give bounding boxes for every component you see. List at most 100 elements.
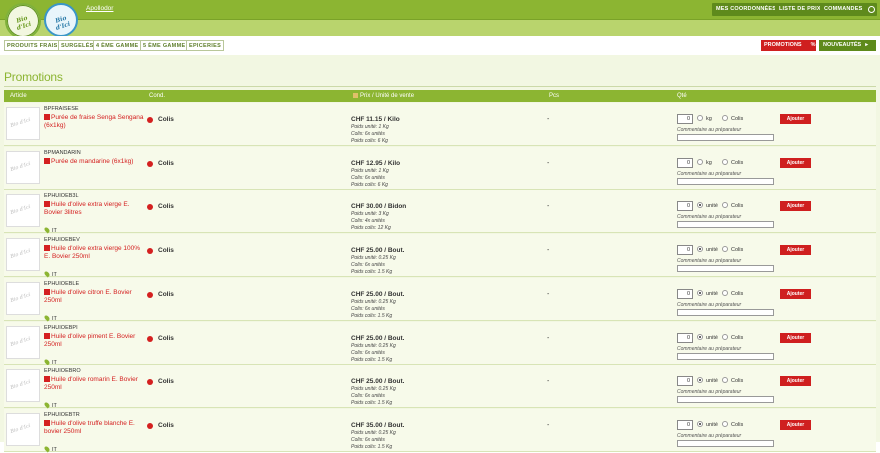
product-name-link[interactable]: Huile d'olive extra vierge E. Bovier 3li… <box>44 201 144 217</box>
product-name-link[interactable]: Huile d'olive extra vierge 100% E. Bovie… <box>44 245 144 261</box>
product-price: CHF 30.00 / Bidon <box>351 203 407 210</box>
unit-radio-colis[interactable] <box>722 334 728 340</box>
price-list-button[interactable]: LISTE DE PRIX <box>775 3 825 16</box>
product-image[interactable]: Bio d'Ici <box>6 238 40 271</box>
unit-radio-unite[interactable] <box>697 246 703 252</box>
unit-radio-colis[interactable] <box>722 202 728 208</box>
quantity-input[interactable]: 0 <box>677 333 693 343</box>
promo-icon <box>44 245 50 251</box>
quantity-input[interactable]: 0 <box>677 376 693 386</box>
product-code: EPHUIOEBLE <box>44 281 80 287</box>
unit-radio-unite[interactable] <box>697 421 703 427</box>
percent-icon: % <box>810 42 816 48</box>
unit-label: kg <box>706 116 712 122</box>
unit-weight: Poids unité: 1 Kg <box>351 168 389 174</box>
promotions-button[interactable]: PROMOTIONS% <box>761 40 816 51</box>
quantity-input[interactable]: 0 <box>677 201 693 211</box>
user-link[interactable]: Apollodor <box>86 5 113 12</box>
colis-icon <box>147 379 153 385</box>
unit-radio-kg[interactable] <box>697 159 703 165</box>
my-details-button[interactable]: MES COORDONNÉES <box>712 3 781 16</box>
quantity-input[interactable]: 0 <box>677 245 693 255</box>
product-image[interactable]: Bio d'Ici <box>6 282 40 315</box>
comment-label: Commentaire au préparateur <box>677 214 742 220</box>
logo-primary[interactable]: Bio d'Ici <box>5 3 41 39</box>
orders-button[interactable]: COMMANDES <box>820 3 867 16</box>
category-nav: PRODUITS FRAIS SURGELÉS 4 ÈME GAMME 5 ÈM… <box>0 36 880 55</box>
conditioning: Colis <box>158 291 174 298</box>
tab-produits-frais[interactable]: PRODUITS FRAIS <box>4 40 61 51</box>
unit-label: unité <box>706 291 718 297</box>
tab-epiceries[interactable]: EPICERIES <box>186 40 225 51</box>
unit-radio-colis[interactable] <box>722 290 728 296</box>
product-name-link[interactable]: Huile d'olive citron E. Bovier 250ml <box>44 289 144 305</box>
conditioning: Colis <box>158 160 174 167</box>
add-to-cart-button[interactable]: Ajouter <box>780 420 811 430</box>
product-image[interactable]: Bio d'Ici <box>6 413 40 446</box>
quantity-input[interactable]: 0 <box>677 158 693 168</box>
product-name-link[interactable]: Huile d'olive romarin E. Bovier 250ml <box>44 376 144 392</box>
unit-radio-colis[interactable] <box>722 159 728 165</box>
product-name-link[interactable]: Huile d'olive piment E. Bovier 250ml <box>44 333 144 349</box>
add-to-cart-button[interactable]: Ajouter <box>780 289 811 299</box>
comment-input[interactable] <box>677 178 774 185</box>
tab-surgeles[interactable]: SURGELÉS <box>58 40 97 51</box>
colis-icon <box>147 336 153 342</box>
comment-input[interactable] <box>677 353 774 360</box>
add-to-cart-button[interactable]: Ajouter <box>780 333 811 343</box>
product-image[interactable]: Bio d'Ici <box>6 369 40 402</box>
pieces-value: - <box>547 160 550 167</box>
product-name-link[interactable]: Purée de mandarine (6x1kg) <box>44 158 144 166</box>
unit-radio-kg[interactable] <box>697 115 703 121</box>
comment-input[interactable] <box>677 309 774 316</box>
comment-input[interactable] <box>677 440 774 447</box>
add-to-cart-button[interactable]: Ajouter <box>780 245 811 255</box>
unit-radio-colis[interactable] <box>722 246 728 252</box>
add-to-cart-button[interactable]: Ajouter <box>780 158 811 168</box>
nouveautes-button[interactable]: NOUVEAUTÉS ▸ <box>819 40 876 51</box>
colis-icon <box>147 248 153 254</box>
quantity-input[interactable]: 0 <box>677 114 693 124</box>
comment-input[interactable] <box>677 265 774 272</box>
unit-weight: Poids unité: 3 Kg <box>351 211 389 217</box>
unit-radio-colis[interactable] <box>722 377 728 383</box>
tab-4eme-gamme[interactable]: 4 ÈME GAMME <box>93 40 142 51</box>
product-image[interactable]: Bio d'Ici <box>6 151 40 184</box>
header-qty: Qté <box>677 93 687 99</box>
comment-input[interactable] <box>677 396 774 403</box>
product-name-link[interactable]: Purée de fraise Senga Sengana (6x1kg) <box>44 114 144 130</box>
unit-radio-unite[interactable] <box>697 290 703 296</box>
quantity-input[interactable]: 0 <box>677 289 693 299</box>
header-price[interactable]: Prix / Unité de vente <box>353 93 414 99</box>
add-to-cart-button[interactable]: Ajouter <box>780 114 811 124</box>
colis-icon <box>147 204 153 210</box>
unit-radio-colis[interactable] <box>722 115 728 121</box>
unit-radio-unite[interactable] <box>697 334 703 340</box>
comment-input[interactable] <box>677 221 774 228</box>
product-image[interactable]: Bio d'Ici <box>6 194 40 227</box>
colis-weight: Poids colis: 1.5 Kg <box>351 269 393 275</box>
product-name-link[interactable]: Huile d'olive truffe blanche E. bovier 2… <box>44 420 144 436</box>
product-image[interactable]: Bio d'Ici <box>6 326 40 359</box>
logo-secondary[interactable]: Bio d'Ici <box>44 3 78 37</box>
conditioning: Colis <box>158 203 174 210</box>
add-to-cart-button[interactable]: Ajouter <box>780 201 811 211</box>
colis-label: Colis <box>731 422 744 428</box>
tab-5eme-gamme[interactable]: 5 ÈME GAMME <box>140 40 189 51</box>
product-code: EPHUIOEBPI <box>44 325 78 331</box>
unit-radio-unite[interactable] <box>697 202 703 208</box>
colis-label: Colis <box>731 203 744 209</box>
unit-radio-unite[interactable] <box>697 377 703 383</box>
quantity-input[interactable]: 0 <box>677 420 693 430</box>
table-row: Bio d'Ici EPHUIOEBLE Huile d'olive citron … <box>4 278 876 322</box>
colis-count: Colis: 6x unités <box>351 437 385 443</box>
table-row: Bio d'Ici EPHUIOEBPI Huile d'olive piment … <box>4 322 876 366</box>
unit-radio-colis[interactable] <box>722 421 728 427</box>
help-icon[interactable] <box>865 3 877 16</box>
product-image[interactable]: Bio d'Ici <box>6 107 40 140</box>
comment-input[interactable] <box>677 134 774 141</box>
conditioning: Colis <box>158 422 174 429</box>
add-to-cart-button[interactable]: Ajouter <box>780 376 811 386</box>
origin-pin-icon <box>43 226 51 234</box>
promo-icon <box>44 201 50 207</box>
